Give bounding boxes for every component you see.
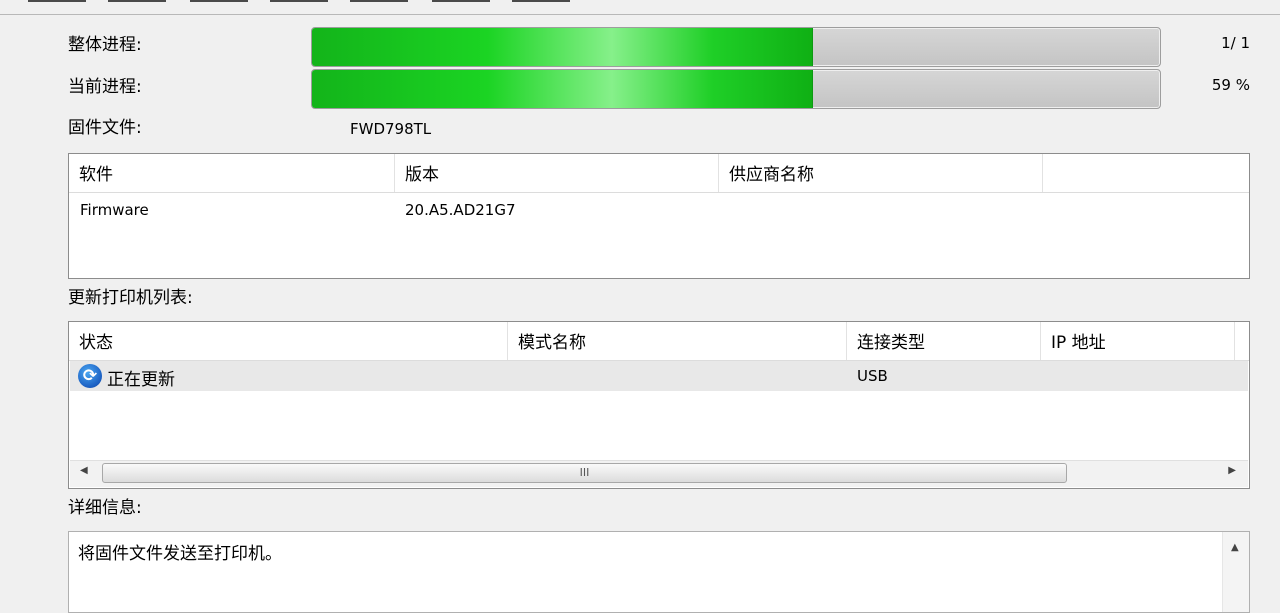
column-header-vendor[interactable]: 供应商名称 bbox=[719, 154, 1043, 192]
overall-progress-bar bbox=[311, 27, 1161, 67]
software-name-cell[interactable]: Firmware bbox=[80, 201, 149, 219]
software-version-cell[interactable]: 20.A5.AD21G7 bbox=[405, 201, 516, 219]
details-label: 详细信息: bbox=[68, 498, 142, 518]
overall-progress-fill bbox=[312, 28, 814, 66]
details-text: 将固件文件发送至打印机。 bbox=[78, 544, 282, 564]
column-header-software[interactable]: 软件 bbox=[69, 154, 395, 192]
printer-connection-cell: USB bbox=[857, 367, 888, 385]
current-progress-bar bbox=[311, 69, 1161, 109]
current-progress-label: 当前进程: bbox=[68, 77, 142, 97]
tab-stub[interactable] bbox=[512, 0, 570, 2]
tab-stub[interactable] bbox=[350, 0, 408, 2]
column-header-status[interactable]: 状态 bbox=[69, 322, 508, 360]
printer-list-table[interactable]: 状态 模式名称 连接类型 IP 地址 ⟳ 正在更新 USB ◀ III ▶ bbox=[68, 321, 1250, 489]
firmware-file-value: FWD798TL bbox=[350, 120, 432, 138]
software-table-header: 软件 版本 供应商名称 bbox=[69, 154, 1249, 193]
printer-table-header: 状态 模式名称 连接类型 IP 地址 bbox=[69, 322, 1249, 361]
table-row[interactable]: ⟳ 正在更新 USB bbox=[70, 361, 1248, 391]
scroll-up-arrow-icon[interactable]: ▲ bbox=[1231, 542, 1239, 553]
software-table[interactable]: 软件 版本 供应商名称 Firmware 20.A5.AD21G7 bbox=[68, 153, 1250, 279]
current-progress-value: 59 % bbox=[1211, 76, 1250, 94]
tab-strip bbox=[0, 0, 1280, 15]
firmware-file-label: 固件文件: bbox=[68, 118, 142, 138]
tab-stub[interactable] bbox=[190, 0, 248, 2]
column-header-model-name[interactable]: 模式名称 bbox=[508, 322, 847, 360]
printer-status-cell: 正在更新 bbox=[107, 370, 175, 390]
printer-list-label: 更新打印机列表: bbox=[68, 288, 193, 308]
column-header-connection-type[interactable]: 连接类型 bbox=[847, 322, 1041, 360]
refresh-icon: ⟳ bbox=[78, 364, 102, 388]
tab-stub[interactable] bbox=[270, 0, 328, 2]
overall-progress-label: 整体进程: bbox=[68, 35, 142, 55]
tab-stub[interactable] bbox=[432, 0, 490, 2]
tab-stub[interactable] bbox=[108, 0, 166, 2]
current-progress-fill bbox=[312, 70, 814, 108]
details-textbox[interactable]: 将固件文件发送至打印机。 ▲ bbox=[68, 531, 1250, 613]
tab-stub[interactable] bbox=[28, 0, 86, 2]
horizontal-scrollbar[interactable]: ◀ III ▶ bbox=[70, 460, 1248, 487]
scroll-right-arrow-icon[interactable]: ▶ bbox=[1228, 465, 1236, 476]
column-header-ip-address[interactable]: IP 地址 bbox=[1041, 322, 1235, 360]
column-header-version[interactable]: 版本 bbox=[395, 154, 719, 192]
overall-progress-value: 1/ 1 bbox=[1221, 34, 1250, 52]
column-header-empty[interactable] bbox=[1043, 154, 1249, 192]
vertical-scrollbar[interactable]: ▲ bbox=[1222, 532, 1249, 612]
scrollbar-thumb[interactable]: III bbox=[102, 463, 1067, 483]
scroll-left-arrow-icon[interactable]: ◀ bbox=[80, 465, 88, 476]
